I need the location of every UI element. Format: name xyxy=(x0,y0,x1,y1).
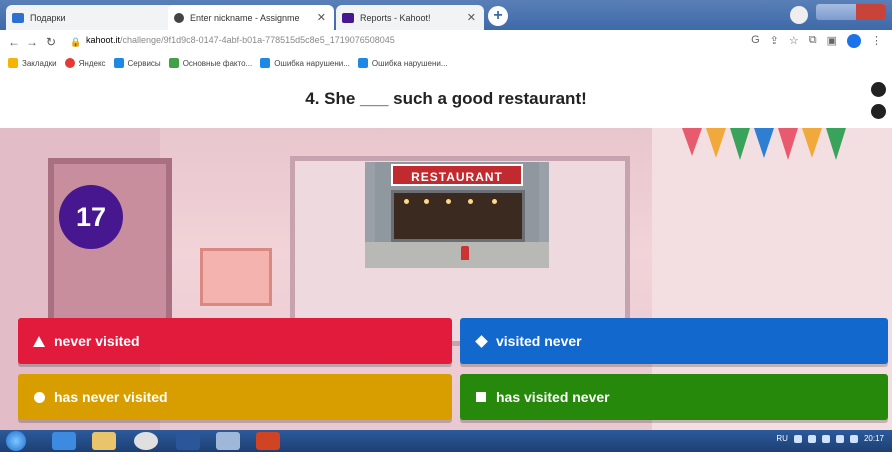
bookmark-item[interactable]: Яндекс xyxy=(64,58,106,68)
question-image: RESTAURANT xyxy=(365,162,549,268)
kahoot-icon xyxy=(342,12,354,23)
tab-label: Подарки xyxy=(30,12,66,23)
question-text: 4. She ___ such a good restaurant! xyxy=(305,89,587,108)
toolbar-actions: G ⇪ ☆ ⧉ ▣ ⋮ xyxy=(751,34,882,48)
back-icon[interactable]: ← xyxy=(8,35,20,49)
bookmarks-bar: Закладки Яндекс Сервисы Основные факто..… xyxy=(0,54,892,73)
restaurant-sign: RESTAURANT xyxy=(391,164,523,186)
square-icon xyxy=(474,390,488,404)
kahoot-icon xyxy=(174,12,184,23)
chrome-icon[interactable] xyxy=(134,432,158,450)
diamond-icon xyxy=(474,334,488,348)
answer-button-square[interactable]: has visited never xyxy=(460,374,888,420)
bookmark-item[interactable]: Сервисы xyxy=(113,58,161,68)
url-path: /challenge/9f1d9c8-0147-4abf-b01a-778515… xyxy=(120,35,395,45)
circle-icon xyxy=(32,390,46,404)
share-icon[interactable]: ⇪ xyxy=(770,34,779,48)
background-door xyxy=(48,158,172,330)
start-button[interactable] xyxy=(6,431,26,451)
answer-label: has visited never xyxy=(496,389,610,405)
bookmark-item[interactable]: Ошибка нарушени... xyxy=(260,58,350,68)
network-icon[interactable] xyxy=(835,434,844,443)
account-icon[interactable] xyxy=(847,34,861,48)
background-board xyxy=(200,248,272,306)
triangle-icon xyxy=(32,334,46,348)
url-host: kahoot.it xyxy=(86,35,121,45)
lock-icon: 🔒 xyxy=(70,37,82,47)
answer-button-diamond[interactable]: visited never xyxy=(460,318,888,364)
google-icon[interactable]: G xyxy=(751,34,760,48)
bunting-decoration xyxy=(682,128,846,160)
ie-icon[interactable] xyxy=(52,432,76,450)
tab-reports[interactable]: Reports - Kahoot! ✕ xyxy=(336,5,484,30)
menu-icon[interactable]: ⋮ xyxy=(871,34,882,48)
reload-icon[interactable]: ↻ xyxy=(46,35,56,49)
close-icon[interactable]: ✕ xyxy=(467,11,476,24)
tab-enter-nickname[interactable]: Enter nickname - Assignme ✕ xyxy=(168,5,334,30)
tray-icon[interactable] xyxy=(807,434,816,443)
fullscreen-icon[interactable] xyxy=(871,82,886,97)
browser-toolbar: ← → ↻ 🔒 kahoot.it/challenge/9f1d9c8-0147… xyxy=(0,30,892,55)
explorer-icon[interactable] xyxy=(92,432,116,450)
answer-label: never visited xyxy=(54,333,140,349)
tray-icon[interactable] xyxy=(793,434,802,443)
answer-button-circle[interactable]: has never visited xyxy=(18,374,452,420)
windows-taskbar: RU 20:17 xyxy=(0,430,892,452)
fire-hydrant xyxy=(461,246,469,260)
word-icon[interactable] xyxy=(176,432,200,450)
tray-icon[interactable] xyxy=(821,434,830,443)
extensions-icon[interactable]: ⧉ xyxy=(809,34,817,48)
bookmark-item[interactable]: Основные факто... xyxy=(168,58,252,68)
window-controls[interactable] xyxy=(816,4,886,20)
bookmark-item[interactable]: Закладки xyxy=(8,58,57,68)
close-icon[interactable]: ✕ xyxy=(317,11,326,24)
volume-icon[interactable] xyxy=(849,434,858,443)
address-bar[interactable]: kahoot.it/challenge/9f1d9c8-0147-4abf-b0… xyxy=(86,35,395,45)
question-bar: 4. She ___ such a good restaurant! xyxy=(0,72,892,128)
sidepanel-icon[interactable]: ▣ xyxy=(827,34,837,48)
powerpoint-icon[interactable] xyxy=(256,432,280,450)
window-close-button[interactable] xyxy=(856,4,886,20)
sound-icon[interactable] xyxy=(871,104,886,119)
system-tray: RU 20:17 xyxy=(776,434,884,443)
star-icon[interactable]: ☆ xyxy=(789,34,799,48)
mail-icon xyxy=(12,12,24,23)
answer-label: visited never xyxy=(496,333,582,349)
countdown-timer: 17 xyxy=(59,185,123,249)
new-tab-button[interactable]: + xyxy=(488,6,508,26)
clock[interactable]: 20:17 xyxy=(864,434,884,443)
answer-button-triangle[interactable]: never visited xyxy=(18,318,452,364)
browser-tab-strip: Подарки ✕ Enter nickname - Assignme ✕ Re… xyxy=(0,0,892,30)
bookmark-item[interactable]: Ошибка нарушени... xyxy=(357,58,448,68)
language-indicator[interactable]: RU xyxy=(776,434,788,443)
forward-icon[interactable]: → xyxy=(26,35,38,49)
tab-label: Reports - Kahoot! xyxy=(360,12,431,23)
app-icon[interactable] xyxy=(216,432,240,450)
tab-label: Enter nickname - Assignme xyxy=(190,12,300,23)
profile-avatar[interactable] xyxy=(790,6,808,24)
answer-label: has never visited xyxy=(54,389,168,405)
